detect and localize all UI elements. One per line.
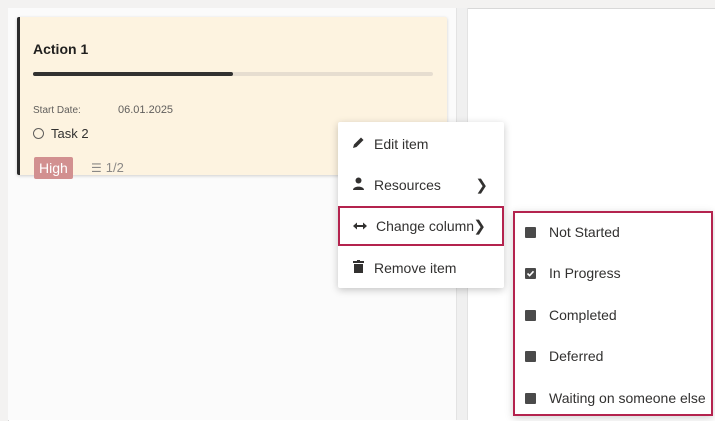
menu-item-resources[interactable]: Resources ❯	[338, 165, 504, 205]
submenu-item-completed[interactable]: Completed	[525, 303, 617, 327]
submenu-item-label: In Progress	[549, 265, 621, 281]
submenu-item-not-started[interactable]: Not Started	[525, 220, 620, 244]
start-date-label: Start Date:	[33, 105, 81, 116]
checklist-count: ☰ 1/2	[91, 160, 124, 175]
menu-item-change-column[interactable]: Change column ❯	[338, 206, 504, 246]
menu-item-label: Edit item	[374, 136, 429, 152]
checkbox-icon	[525, 226, 536, 238]
priority-badge: High	[34, 157, 73, 179]
submenu-item-waiting[interactable]: Waiting on someone else	[525, 386, 706, 410]
checkbox-icon	[525, 309, 536, 321]
menu-item-label: Remove item	[374, 260, 457, 276]
progress-bar	[33, 72, 433, 76]
task-label: Task 2	[51, 126, 89, 141]
start-date-value: 06.01.2025	[118, 104, 174, 116]
arrows-horizontal-icon	[352, 219, 368, 234]
column-submenu: Not Started In Progress Completed Deferr…	[513, 211, 713, 416]
checklist-icon: ☰	[91, 160, 102, 175]
pencil-icon	[350, 136, 366, 152]
checkbox-icon	[525, 350, 536, 362]
trash-icon	[350, 260, 366, 276]
submenu-item-label: Not Started	[549, 224, 620, 240]
checkbox-checked-icon	[525, 267, 536, 279]
progress-fill	[33, 72, 233, 76]
menu-item-remove[interactable]: Remove item	[338, 248, 504, 288]
context-menu: Edit item Resources ❯ Change column ❯ Re…	[338, 122, 504, 288]
chevron-right-icon: ❯	[475, 177, 488, 194]
person-icon	[350, 177, 366, 193]
chevron-right-icon: ❯	[473, 218, 486, 235]
submenu-item-deferred[interactable]: Deferred	[525, 344, 603, 368]
checklist-value: 1/2	[105, 160, 124, 175]
card-title: Action 1	[33, 41, 89, 57]
submenu-item-label: Waiting on someone else	[549, 390, 706, 406]
task-checkbox-icon[interactable]	[33, 128, 44, 139]
menu-item-edit[interactable]: Edit item	[338, 124, 504, 164]
submenu-item-label: Completed	[549, 307, 617, 323]
menu-item-label: Change column	[376, 218, 475, 234]
submenu-item-in-progress[interactable]: In Progress	[525, 261, 621, 285]
task-row[interactable]: Task 2	[33, 126, 89, 141]
menu-item-label: Resources	[374, 177, 441, 193]
checkbox-icon	[525, 392, 536, 404]
submenu-item-label: Deferred	[549, 348, 604, 364]
